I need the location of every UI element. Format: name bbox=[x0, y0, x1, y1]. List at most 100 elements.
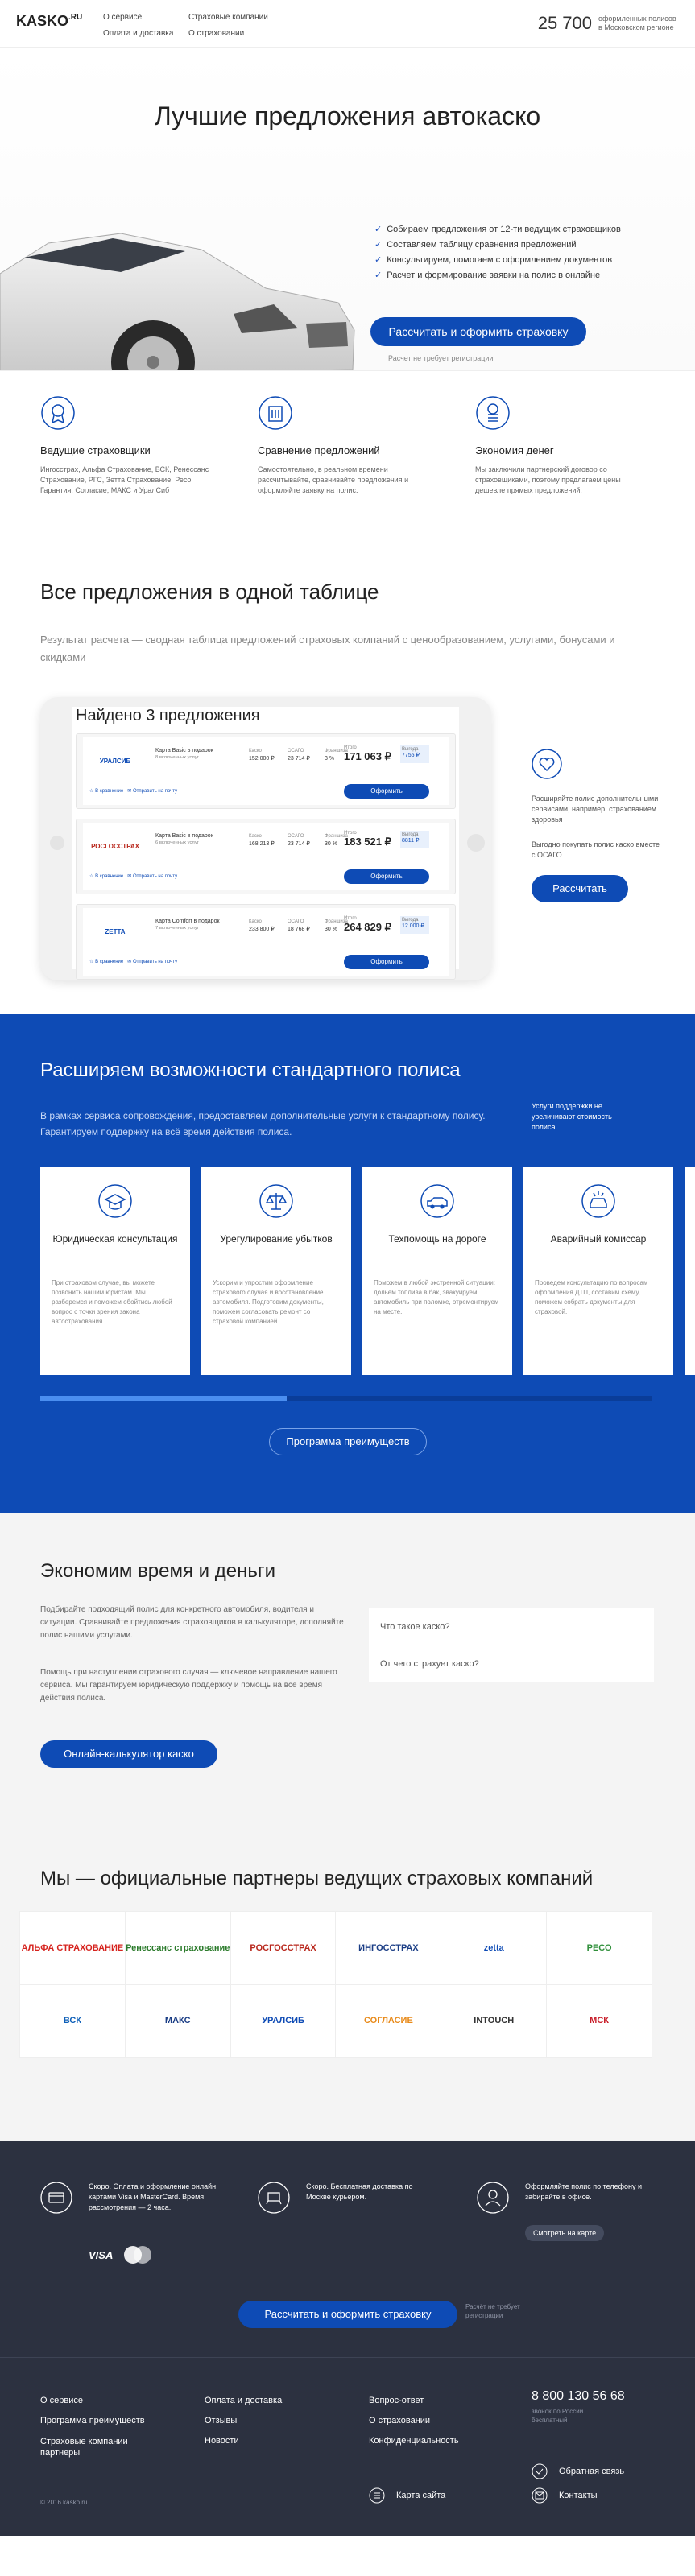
offers-side-info: Расширяйте полис дополнительными сервиса… bbox=[532, 749, 660, 902]
nav-about[interactable]: О сервисе bbox=[103, 13, 142, 22]
program-button[interactable]: Программа преимуществ bbox=[269, 1428, 427, 1455]
graduation-cap-icon bbox=[98, 1184, 132, 1218]
partner-logo[interactable]: МСК bbox=[547, 1984, 652, 2057]
footer-link[interactable]: Конфиденциальность bbox=[369, 2436, 459, 2446]
partner-logo[interactable]: zetta bbox=[441, 1912, 547, 1984]
offer-row: ZETTA Карта Comfort в подарок 7 включенных… bbox=[76, 904, 456, 980]
service-card-commissioner[interactable]: Аварийный комиссар Проведем консультацию… bbox=[523, 1167, 673, 1375]
offer-osago: ОСАГО 18 768 ₽ bbox=[288, 919, 310, 932]
compare-link[interactable]: В сравнение bbox=[95, 874, 123, 879]
offer-discount: Выгода 7755 ₽ bbox=[400, 745, 429, 763]
offer-title: Карта Basic в подарок 8 включенных услуг bbox=[155, 748, 213, 760]
insurer-logo: ZETTA bbox=[105, 928, 126, 935]
side-text-osago: Выгодно покупать полис каско вместе с ОС… bbox=[532, 840, 660, 859]
footer: Скоро. Оплата и оформление онлайн картам… bbox=[0, 2141, 695, 2536]
partner-logo[interactable]: СОГЛАСИЕ bbox=[336, 1984, 441, 2057]
partner-logo[interactable]: РОСГОССТРАХ bbox=[230, 1912, 336, 1984]
faq-list: Что такое каско? От чего страхует каско? bbox=[369, 1608, 654, 1682]
order-button[interactable]: Оформить bbox=[344, 784, 429, 799]
footer-link[interactable]: Новости bbox=[205, 2436, 239, 2446]
compare-link[interactable]: В сравнение bbox=[95, 960, 123, 964]
phone-number[interactable]: 8 800 130 56 68 bbox=[532, 2389, 625, 2404]
hero-note: Расчет не требует регистрации bbox=[388, 354, 494, 362]
offer-title: Карта Basic в подарок 6 включенных услуг bbox=[155, 833, 213, 845]
feedback-link[interactable]: Обратная связь bbox=[532, 2463, 624, 2479]
order-button[interactable]: Оформить bbox=[344, 955, 429, 969]
footer-link[interactable]: Оплата и доставка bbox=[205, 2396, 282, 2405]
extend-title: Расширяем возможности стандартного полис… bbox=[40, 1059, 461, 1081]
nav-companies[interactable]: Страховые компании bbox=[188, 13, 268, 22]
footer-link[interactable]: О сервисе bbox=[40, 2396, 83, 2405]
contacts-link[interactable]: Контакты bbox=[532, 2487, 598, 2504]
service-card-text: Проведем консультацию по вопросам оформл… bbox=[535, 1279, 648, 1315]
send-mail-link[interactable]: Отправить на почту bbox=[133, 874, 177, 879]
economy-text-1: Подбирайте подходящий полис для конкретн… bbox=[40, 1605, 344, 1640]
offer-discount: Выгода 8811 ₽ bbox=[400, 831, 429, 848]
partner-logo[interactable]: УРАЛСИБ bbox=[230, 1984, 336, 2057]
calculator-button[interactable]: Онлайн-калькулятор каско bbox=[40, 1740, 217, 1768]
mastercard-logo bbox=[124, 2246, 152, 2264]
phone-note: звонок по России бесплатный bbox=[532, 2408, 584, 2424]
check-icon: ✓ bbox=[374, 225, 383, 234]
faq-item[interactable]: Что такое каско? bbox=[369, 1608, 654, 1645]
service-card-roadside[interactable]: Техпомощь на дороге Поможем в любой экст… bbox=[362, 1167, 512, 1375]
footer-col-1: О сервисе Программа преимуществ Страховы… bbox=[40, 2391, 145, 2458]
footer-link[interactable]: О страховании bbox=[369, 2416, 430, 2425]
footer-link[interactable]: Вопрос-ответ bbox=[369, 2396, 424, 2405]
feature-text: Самостоятельно, в реальном времени рассч… bbox=[258, 465, 409, 494]
feature-text: Мы заключили партнерский договор со стра… bbox=[475, 465, 621, 494]
partner-logo[interactable]: INTOUCH bbox=[441, 1984, 547, 2057]
sitemap-link[interactable]: Карта сайта bbox=[369, 2487, 445, 2504]
policy-count: 25 700 bbox=[537, 13, 592, 33]
offer-total: Итого 183 521 ₽ bbox=[344, 831, 391, 848]
carousel-scrollbar[interactable] bbox=[40, 1396, 652, 1401]
coins-icon bbox=[476, 396, 510, 430]
feature-insurers: Ведущие страховщики Ингосстрах, Альфа Ст… bbox=[40, 395, 209, 496]
partner-logo[interactable]: Ренессанс страхование bbox=[125, 1912, 230, 1984]
order-button[interactable]: Оформить bbox=[344, 869, 429, 884]
logo[interactable]: KASKO.RU bbox=[16, 13, 82, 30]
side-calc-button[interactable]: Рассчитать bbox=[532, 875, 628, 902]
footer-link[interactable]: Страховые компании партнеры bbox=[40, 2436, 145, 2458]
partner-logo[interactable]: РЕСО bbox=[547, 1912, 652, 1984]
hero-cta-button[interactable]: Рассчитать и оформить страховку bbox=[370, 317, 586, 346]
offer-total: Итого 264 829 ₽ bbox=[344, 916, 391, 933]
footer-cta-note: Расчёт не требует регистрации bbox=[465, 2303, 520, 2319]
map-button[interactable]: Смотреть на карте bbox=[525, 2225, 605, 2241]
feature-title: Ведущие страховщики bbox=[40, 444, 151, 456]
star-icon: ☆ bbox=[89, 874, 94, 879]
carousel-scrollbar-thumb[interactable] bbox=[40, 1396, 287, 1401]
footer-link[interactable]: Программа преимуществ bbox=[40, 2416, 145, 2425]
compare-link[interactable]: В сравнение bbox=[95, 789, 123, 794]
service-card-text: Ускорим и упростим оформление страхового… bbox=[213, 1279, 324, 1325]
footer-link[interactable]: Отзывы bbox=[205, 2416, 237, 2425]
service-card-legal[interactable]: Юридическая консультация При страховом с… bbox=[40, 1167, 190, 1375]
service-card-title: Техпомощь на дороге bbox=[388, 1233, 486, 1245]
send-mail-link[interactable]: Отправить на почту bbox=[133, 789, 177, 794]
header-nav-col1: О сервисе Оплата и доставка bbox=[103, 10, 173, 42]
offer-card: ZETTA Карта Comfort в подарок 7 включенных… bbox=[83, 908, 449, 976]
tablet-screen: Найдено 3 предложения УРАЛСИБ Карта Basic… bbox=[72, 707, 459, 980]
partner-logo[interactable]: МАКС bbox=[125, 1984, 230, 2057]
nav-payment[interactable]: Оплата и доставка bbox=[103, 29, 173, 38]
insurer-logo: УРАЛСИБ bbox=[99, 758, 131, 765]
footer-cta-button[interactable]: Рассчитать и оформить страховку bbox=[238, 2301, 457, 2328]
tablet-camera bbox=[50, 836, 64, 850]
service-card-claims[interactable]: Урегулирование убытков Ускорим и упрости… bbox=[201, 1167, 351, 1375]
copyright: © 2016 kasko.ru bbox=[40, 2499, 88, 2506]
partner-logo[interactable]: ИНГОССТРАХ bbox=[336, 1912, 441, 1984]
nav-insurance[interactable]: О страховании bbox=[188, 29, 244, 38]
service-card-title: Юридическая консультация bbox=[52, 1233, 178, 1245]
payment-logos: VISA bbox=[89, 2246, 152, 2264]
partner-logo[interactable]: АЛЬФА СТРАХОВАНИЕ bbox=[20, 1912, 125, 1984]
person-icon bbox=[477, 2182, 509, 2214]
send-mail-link[interactable]: Отправить на почту bbox=[133, 960, 177, 964]
offer-kasko: Каско 233 800 ₽ bbox=[249, 919, 275, 932]
offer-card: УРАЛСИБ Карта Basic в подарок 8 включенных… bbox=[83, 737, 449, 805]
partners-section: Мы — официальные партнеры ведущих страхо… bbox=[0, 1868, 695, 2141]
service-card-text: Поможем в любой экстренной ситуации: дол… bbox=[374, 1279, 499, 1315]
partner-logo[interactable]: ВСК bbox=[20, 1984, 125, 2057]
feature-text: Ингосстрах, Альфа Страхование, ВСК, Рене… bbox=[40, 465, 209, 494]
footer-payment-text: Скоро. Оплата и оформление онлайн картам… bbox=[89, 2182, 217, 2211]
faq-item[interactable]: От чего страхует каско? bbox=[369, 1645, 654, 1682]
